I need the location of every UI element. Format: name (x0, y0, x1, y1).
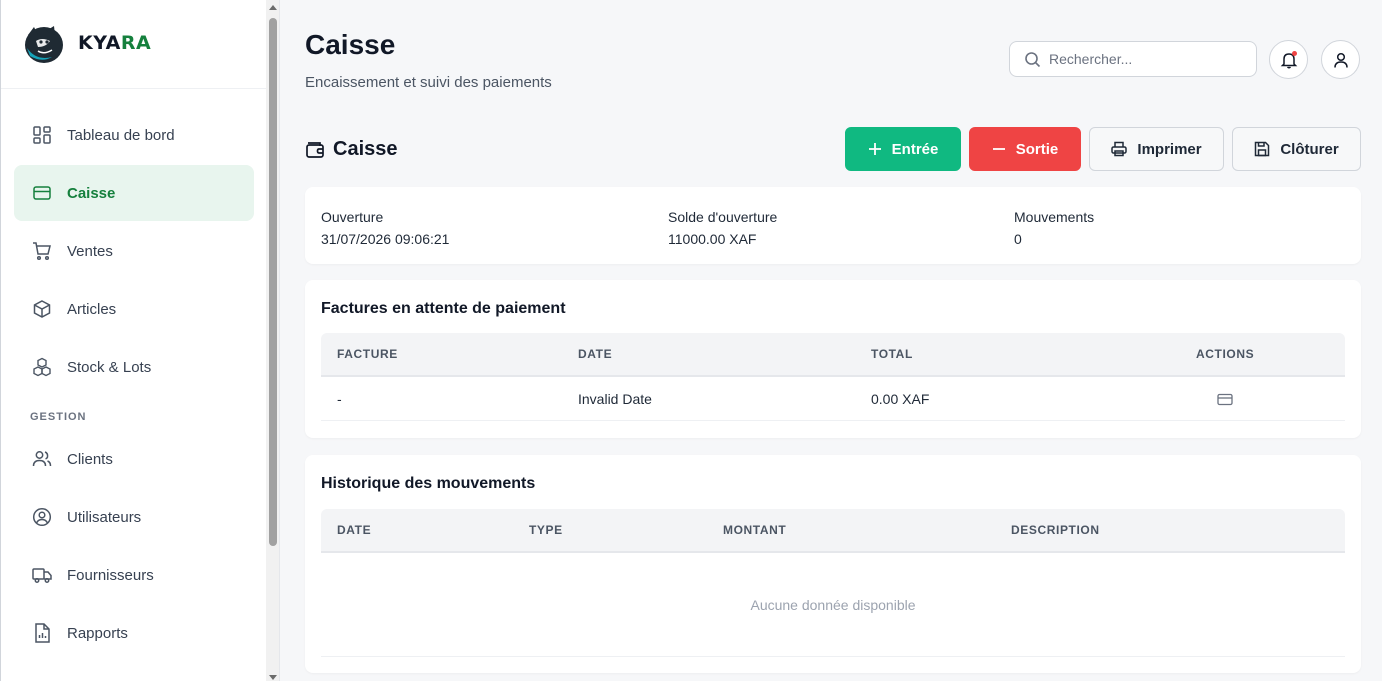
column-header[interactable]: FACTURE (337, 347, 398, 361)
boxes-icon (32, 357, 52, 377)
entree-button-label: Entrée (891, 140, 939, 158)
sidebar-section-gestion: GESTION (30, 411, 87, 423)
sidebar-item-stock-lots[interactable]: Stock & Lots (14, 339, 254, 395)
sidebar-item-label: Caisse (67, 184, 116, 202)
pay-card-icon[interactable] (1217, 393, 1233, 409)
column-header[interactable]: DATE (578, 347, 612, 361)
column-header[interactable]: TOTAL (871, 347, 913, 361)
sidebar-item-label: Fournisseurs (67, 566, 154, 584)
search-input[interactable] (1049, 51, 1239, 67)
mouvements-value: 0 (1014, 231, 1022, 247)
solde-label: Solde d'ouverture (668, 209, 778, 225)
solde-value: 11000.00 XAF (668, 231, 757, 247)
search-icon (1025, 51, 1041, 67)
imprimer-button-label: Imprimer (1137, 140, 1202, 158)
sidebar-item-label: Utilisateurs (67, 508, 142, 526)
user-circle-icon (32, 507, 52, 527)
column-header[interactable]: TYPE (529, 523, 563, 537)
sidebar-item-articles[interactable]: Articles (14, 281, 254, 337)
sidebar-item-label: Clients (67, 450, 113, 468)
sidebar-item-label: Rapports (67, 624, 128, 642)
scroll-thumb[interactable] (269, 18, 277, 546)
brand-name: KYARA (78, 32, 151, 54)
cloturer-button[interactable]: Clôturer (1232, 127, 1361, 171)
scroll-down-arrow-icon[interactable] (269, 675, 277, 680)
wallet-icon (305, 139, 325, 159)
ouverture-info: Ouverture 31/07/2026 09:06:21 (321, 206, 449, 250)
sidebar-item-utilisateurs[interactable]: Utilisateurs (14, 489, 254, 545)
section-title: Caisse (305, 138, 398, 161)
notification-dot (1292, 51, 1297, 56)
cloturer-button-label: Clôturer (1280, 140, 1339, 158)
user-icon (1333, 52, 1348, 68)
table-header: DATE TYPE MONTANT DESCRIPTION (321, 509, 1345, 553)
box-icon (32, 299, 52, 319)
table-row[interactable]: - Invalid Date 0.00 XAF (321, 377, 1345, 421)
sidebar-item-label: Stock & Lots (67, 358, 152, 376)
column-header[interactable]: DATE (337, 523, 371, 537)
action-buttons: Entrée Sortie Imprimer Clôturer (845, 127, 1361, 171)
page-subtitle: Encaissement et suivi des paiements (305, 74, 552, 91)
sortie-button-label: Sortie (1015, 140, 1059, 158)
sidebar-nav: Tableau de bord Caisse Ventes Articles S… (1, 89, 266, 661)
imprimer-button[interactable]: Imprimer (1089, 127, 1224, 171)
ouverture-label: Ouverture (321, 209, 384, 225)
brand-name-part2: RA (120, 32, 152, 54)
report-icon (32, 623, 52, 643)
sidebar-scrollbar[interactable] (266, 0, 280, 681)
sidebar-item-tableau-de-bord[interactable]: Tableau de bord (14, 107, 254, 163)
brand[interactable]: KYARA (1, 0, 266, 89)
notifications-button[interactable] (1269, 40, 1308, 79)
table-header: FACTURE DATE TOTAL ACTIONS (321, 333, 1345, 377)
sidebar-item-label: Tableau de bord (67, 126, 175, 144)
sidebar-item-fournisseurs[interactable]: Fournisseurs (14, 547, 254, 603)
mouvements-info: Mouvements 0 (1014, 206, 1094, 250)
factures-title: Factures en attente de paiement (321, 300, 566, 317)
sidebar: KYARA Tableau de bord Caisse Ventes Arti… (0, 0, 266, 681)
column-header[interactable]: DESCRIPTION (1011, 523, 1100, 537)
printer-icon (1111, 141, 1128, 157)
dashboard-icon (32, 125, 52, 145)
mouvements-label: Mouvements (1014, 209, 1095, 225)
scroll-up-arrow-icon[interactable] (269, 5, 277, 10)
ouverture-value: 31/07/2026 09:06:21 (321, 231, 450, 247)
empty-state: Aucune donnée disponible (321, 553, 1345, 657)
section-title-text: Caisse (333, 137, 398, 160)
date-cell: Invalid Date (578, 390, 652, 407)
total-cell: 0.00 XAF (871, 390, 930, 407)
facture-cell: - (337, 390, 342, 407)
truck-icon (32, 565, 52, 585)
main-content: Caisse Encaissement et suivi des paiemen… (281, 0, 1382, 681)
factures-card: Factures en attente de paiement FACTURE … (305, 280, 1361, 438)
cart-icon (32, 241, 52, 261)
minus-icon (992, 142, 1006, 156)
sidebar-item-label: Ventes (67, 242, 113, 260)
sidebar-item-rapports[interactable]: Rapports (14, 605, 254, 661)
panther-logo (25, 26, 63, 63)
column-header[interactable]: MONTANT (723, 523, 786, 537)
sidebar-item-clients[interactable]: Clients (14, 431, 254, 487)
column-header: ACTIONS (1196, 347, 1255, 361)
historique-table: DATE TYPE MONTANT DESCRIPTION Aucune don… (321, 509, 1345, 657)
users-icon (32, 449, 52, 469)
plus-icon (868, 142, 882, 156)
card-icon (32, 183, 52, 203)
sidebar-item-label: Articles (67, 300, 117, 318)
factures-table: FACTURE DATE TOTAL ACTIONS - Invalid Dat… (321, 333, 1345, 421)
sidebar-item-caisse[interactable]: Caisse (14, 165, 254, 221)
save-icon (1254, 141, 1270, 157)
historique-title: Historique des mouvements (321, 475, 536, 492)
solde-info: Solde d'ouverture 11000.00 XAF (668, 206, 777, 250)
sortie-button[interactable]: Sortie (969, 127, 1081, 171)
profile-button[interactable] (1321, 40, 1360, 79)
historique-card: Historique des mouvements DATE TYPE MONT… (305, 455, 1361, 673)
page-title: Caisse (305, 29, 396, 60)
session-info-card: Ouverture 31/07/2026 09:06:21 Solde d'ou… (305, 187, 1361, 264)
sidebar-item-ventes[interactable]: Ventes (14, 223, 254, 279)
caisse-section-header: Caisse Entrée Sortie Imprimer Clôturer (305, 127, 1361, 171)
entree-button[interactable]: Entrée (845, 127, 961, 171)
search-box[interactable] (1009, 41, 1257, 77)
brand-name-part1: KYA (78, 32, 121, 54)
